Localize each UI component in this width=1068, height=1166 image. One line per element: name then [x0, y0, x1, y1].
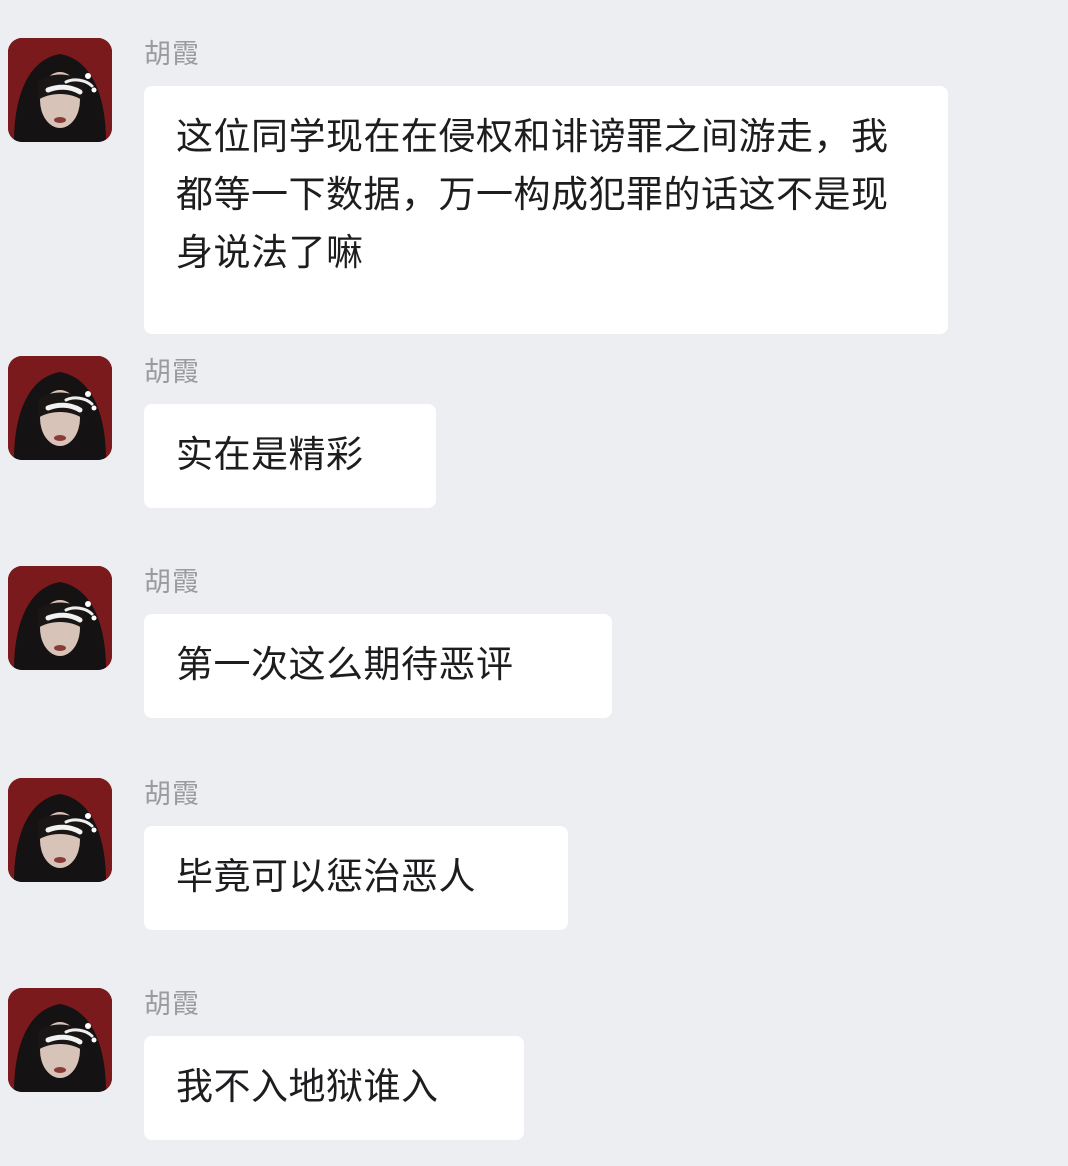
user-avatar-icon[interactable]: [8, 356, 112, 460]
sender-name: 胡霞: [144, 779, 200, 810]
user-avatar-icon[interactable]: [8, 778, 112, 882]
chat-history: 胡霞 这位同学现在在侵权和诽谤罪之间游走，我都等一下数据，万一构成犯罪的话这不是…: [0, 0, 1068, 1166]
message-bubble[interactable]: 这位同学现在在侵权和诽谤罪之间游走，我都等一下数据，万一构成犯罪的话这不是现身说…: [144, 86, 948, 334]
user-avatar-icon[interactable]: [8, 988, 112, 1092]
message-bubble[interactable]: 第一次这么期待恶评: [144, 614, 612, 718]
sender-name: 胡霞: [144, 567, 200, 598]
sender-name: 胡霞: [144, 989, 200, 1020]
message-bubble[interactable]: 我不入地狱谁入: [144, 1036, 524, 1140]
sender-name: 胡霞: [144, 357, 200, 388]
user-avatar-icon[interactable]: [8, 38, 112, 142]
message-bubble[interactable]: 毕竟可以惩治恶人: [144, 826, 568, 930]
user-avatar-icon[interactable]: [8, 566, 112, 670]
message-bubble[interactable]: 实在是精彩: [144, 404, 436, 508]
sender-name: 胡霞: [144, 39, 200, 70]
